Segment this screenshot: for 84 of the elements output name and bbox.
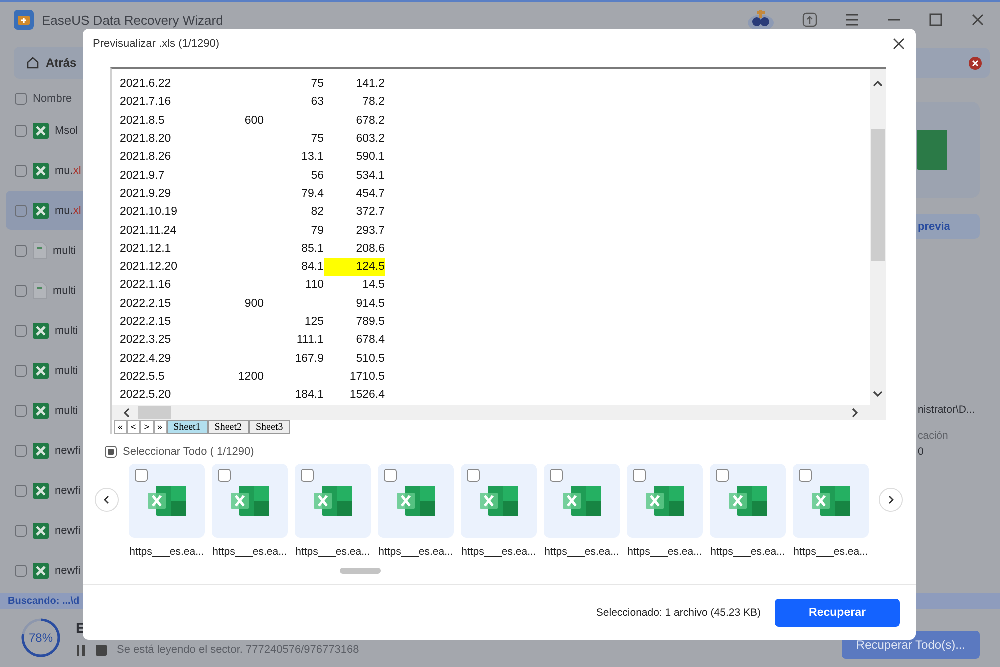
field-label: cación: [918, 430, 948, 442]
table-cell-text: 56: [310, 168, 324, 184]
table-cell-text: 82: [310, 205, 324, 220]
file-name: newfi: [55, 484, 81, 496]
table-cell-text: 2022.3.25: [120, 333, 172, 348]
table-cell-text: 2021.8.26: [120, 150, 172, 166]
table-cell-text: 2022.4.29: [120, 352, 172, 367]
table-cell-text: 167.9: [294, 352, 324, 367]
file-name: https___es.ea...: [710, 546, 786, 558]
table-cell-text: 1526.4: [348, 388, 385, 404]
file-name: multi: [55, 404, 78, 416]
table-cell-text: 2021.8.20: [120, 132, 172, 148]
table-cell-text: 914.5: [355, 296, 385, 312]
file-name: https___es.ea...: [296, 546, 370, 558]
table-cell-text: 2021.9.7: [120, 168, 166, 184]
file-path: nistrator\D...: [918, 404, 976, 416]
table-cell-text: 293.7: [355, 224, 385, 239]
table-cell-text: 2021.6.22: [120, 77, 172, 92]
table-cell-text: 111.1: [296, 333, 324, 348]
file-name: newfi: [55, 524, 81, 536]
table-cell-text: 900: [244, 296, 264, 312]
table-cell-text: 603.2: [355, 132, 385, 148]
table-cell-text: 14.5: [362, 278, 385, 294]
file-name: mu.xl: [55, 164, 82, 176]
file-name: Msol: [55, 124, 78, 136]
table-cell-text: 184.1: [294, 388, 324, 404]
file-name: newfi: [55, 444, 81, 456]
file-name: multi: [53, 284, 76, 296]
file-name: https___es.ea...: [212, 546, 288, 558]
app-title: EaseUS Data Recovery Wizard: [42, 12, 224, 28]
table-cell-text: 534.1: [355, 168, 385, 184]
table-cell-text: 2022.1.16: [120, 278, 172, 294]
table-cell-text: 454.7: [355, 186, 385, 202]
file-name: https___es.ea...: [628, 546, 702, 558]
table-cell: 124.5: [324, 258, 385, 276]
file-name: multi: [55, 364, 78, 376]
table-cell-text: 2022.5.20: [120, 388, 172, 404]
table-cell-text: 208.6: [355, 242, 385, 257]
table-cell-text: 79: [310, 224, 324, 239]
table-cell-text: 510.5: [355, 352, 385, 367]
status-text: Buscando: ...\d: [8, 596, 80, 606]
file-name: https___es.ea...: [130, 546, 204, 558]
file-name: https___es.ea...: [462, 546, 536, 558]
table-cell-text: 63: [310, 95, 324, 110]
table-cell-text: 2021.9.29: [120, 186, 172, 202]
table-cell-text: 2022.5.5: [120, 370, 166, 385]
table-cell-text: 2021.11.24: [120, 224, 178, 239]
table-cell-text: 75: [310, 77, 324, 92]
table-cell-text: 2021.12.1: [120, 242, 172, 257]
file-name: https___es.ea...: [544, 546, 620, 558]
file-name: newfi: [55, 564, 81, 576]
file-name: multi: [55, 324, 78, 336]
table-cell-text: 110: [304, 278, 324, 294]
table-cell-text: 2021.12.20: [120, 260, 179, 276]
file-name: mu.xl: [55, 204, 82, 216]
scan-message: Se está leyendo el sector. 777240576/976773168: [117, 644, 360, 656]
table-cell-text: 2022.2.15: [120, 296, 172, 312]
table-cell-text: 678.4: [355, 333, 385, 348]
table-cell-text: 2021.7.16: [120, 95, 172, 110]
selection-summary: Seleccionado: 1 archivo (45.23 KB): [596, 606, 761, 618]
table-cell-text: 372.7: [355, 205, 385, 220]
table-cell-text: 2021.8.5: [120, 114, 166, 129]
file-name: https___es.ea...: [378, 546, 454, 558]
table-cell-text: 1200: [237, 370, 264, 385]
table-cell-text: 13.1: [300, 150, 324, 166]
progress-percent: 78%: [28, 631, 54, 645]
table-cell-text: 678.2: [355, 114, 385, 129]
dialog-title: Previsualizar .xls (1/1290): [93, 38, 220, 50]
table-cell-text: 79.4: [300, 186, 324, 202]
table-cell-text: 2022.2.15: [120, 315, 172, 330]
file-name: multi: [53, 244, 76, 256]
table-cell-text: 85.1: [300, 242, 324, 257]
field-value: 0: [918, 446, 924, 458]
table-cell-text: 78.2: [362, 95, 385, 110]
table-cell-text: 141.2: [355, 77, 385, 92]
table-cell-text: 2021.10.19: [120, 205, 179, 220]
table-cell-text: 75: [310, 132, 324, 148]
table-cell-text: 590.1: [355, 150, 385, 166]
table-cell-text: 125: [304, 315, 324, 330]
table-cell-text: 1710.5: [348, 370, 385, 385]
table-cell-text: 84.1: [300, 260, 324, 276]
file-name: https___es.ea...: [794, 546, 868, 558]
table-cell-text: 600: [244, 114, 264, 129]
table-cell-text: 789.5: [355, 315, 385, 330]
